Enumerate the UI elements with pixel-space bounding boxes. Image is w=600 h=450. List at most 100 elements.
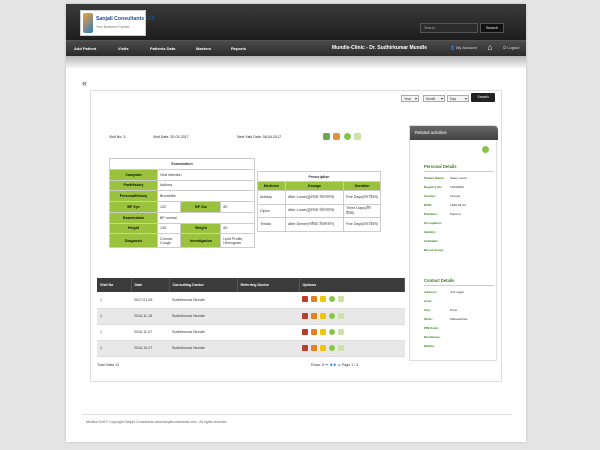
edit-icon[interactable] [311,344,317,351]
diagnosis-value: Chronic Cough [156,233,182,249]
add-icon[interactable] [329,312,335,319]
cart-icon[interactable] [338,312,344,319]
view-icon[interactable] [320,344,326,351]
col-date[interactable]: Date [131,278,170,292]
search-input[interactable]: Search [420,23,478,33]
nav-masters[interactable]: Masters [196,46,211,51]
edit-icon[interactable] [311,328,317,335]
cart-icon[interactable] [338,344,344,351]
cart-icon[interactable] [338,296,344,303]
view-icon[interactable] [320,328,326,335]
nav-reports[interactable]: Reports [231,46,246,51]
personal-label: Occupation: [424,221,443,225]
personal-label: Id Details: [424,239,439,243]
date-cell: 2016-11-07 [131,324,169,341]
table-row[interactable]: 1 2016-11-07 Sudhirkumar Mundle [97,324,405,341]
rows-label: Rows: [311,363,321,367]
doctor-cell: Sudhirkumar Mundle [169,324,237,341]
options-cell [299,340,405,357]
add-icon[interactable] [482,146,489,153]
cart-icon[interactable] [354,133,361,140]
nav-shadow [66,56,526,68]
doctor-cell: Sudhirkumar Mundle [169,292,237,309]
diagnosis-label: Diagnosis [109,233,158,249]
filter-search-button[interactable]: Search [471,93,495,102]
nav-add-patient[interactable]: Add Patient [74,46,96,51]
visit-no-cell: 1 [97,308,131,325]
my-account-link[interactable]: 👤 My Account [450,45,477,50]
options-cell [299,308,405,325]
contact-label: Mobile: [424,344,435,348]
vitals-table: BP Sys 120 BP Dia 80 Examination BP normal H… [109,201,255,249]
first-page-icon[interactable]: ⏮ [325,363,328,367]
delete-icon[interactable] [302,312,308,319]
table-row[interactable]: 1 2016-10-07 Sudhirkumar Mundle [97,340,405,357]
rows-select[interactable]: 5 [322,363,324,367]
logout-link[interactable]: ⏻ Logout [503,45,520,50]
table-row[interactable]: 1 2017-01-05 Sudhirkumar Mundle [97,292,405,309]
prev-page-icon[interactable]: ◀ [329,363,332,367]
visit-no-cell: 1 [97,324,131,341]
add-icon[interactable] [344,133,351,140]
delete-icon[interactable] [302,344,308,351]
col-visit-no[interactable]: Visit No [97,278,132,292]
medicine-cell: Antidep [257,190,286,205]
delete-icon[interactable] [302,296,308,303]
view-icon[interactable] [320,296,326,303]
related-activities-panel: Related activities Personal Details Pati… [409,125,498,361]
pager: Rows: 5 ⏮ ◀ ▶ ⏭ Page 1 / 3 [311,363,358,367]
personal-label: Patient Name: [424,176,445,180]
col-referring-doctor[interactable]: Referring Doctor [237,278,300,292]
prescription-title: Prescription [257,171,381,182]
personal-label: DOB: [424,203,432,207]
medicine-header: Medicine [257,181,286,191]
back-arrows-icon[interactable]: « [82,78,87,88]
ref-cell [237,308,299,325]
contact-label: State: [424,317,433,321]
duration-cell: Five Days(पाच दिवस) [343,217,381,232]
last-page-icon[interactable]: ⏭ [338,363,341,367]
duration-cell: Three Days(तीन दिवस) [343,203,381,218]
clinic-title: Mundle-Clinic - Dr. Sudhirkumar Mundle [332,45,428,51]
add-icon[interactable] [329,344,335,351]
contact-value: Pune [450,308,458,312]
day-select[interactable]: Day [447,95,469,102]
visit-no-cell: 1 [97,292,131,309]
personal-value: 13040690 [450,185,464,189]
contact-label: PIN Code: [424,326,439,330]
nav-visits[interactable]: Visits [118,46,129,51]
col-consulting-doctor[interactable]: Consulting Doctor [169,278,238,292]
contact-value: Atul nagar [450,290,465,294]
medicine-cell: Ciplox [257,203,286,218]
options-cell [299,292,405,309]
table-row[interactable]: 1 2016-11-18 Sudhirkumar Mundle [97,308,405,325]
personal-label: Identity: [424,230,437,234]
search-button[interactable]: Search [480,23,504,33]
next-page-icon[interactable]: ▶ [333,363,336,367]
examination-table: Examination Complain Viral infection Past… [109,158,255,203]
my-account-label: My Account [456,45,477,50]
app-frame: Sanjali Consultants LLP Your Business Pa… [66,4,526,442]
view-icon[interactable] [320,312,326,319]
weight-label: Weight [180,222,222,235]
dosage-cell: After Lunch(दुपारच्या जेवणानंतर) [285,190,344,205]
dosage-header: Dosage [285,181,344,191]
edit-icon[interactable] [311,296,317,303]
add-icon[interactable] [329,328,335,335]
year-select[interactable]: Year [401,95,419,102]
edit-icon[interactable] [311,312,317,319]
home-icon[interactable]: ⌂ [485,43,495,53]
ref-cell [237,340,299,357]
delete-icon[interactable] [302,328,308,335]
export-icon[interactable] [323,133,330,140]
add-icon[interactable] [329,296,335,303]
related-activities-header: Related activities [410,126,498,140]
col-options[interactable]: Options [299,278,405,292]
cart-icon[interactable] [338,328,344,335]
personal-details-title: Personal Details [424,164,457,169]
ref-cell [237,324,299,341]
company-logo[interactable]: Sanjali Consultants LLP Your Business Pa… [80,10,155,36]
nav-patients-data[interactable]: Patients Data [150,46,175,51]
print-icon[interactable] [333,133,340,140]
month-select[interactable]: Month [423,95,445,102]
